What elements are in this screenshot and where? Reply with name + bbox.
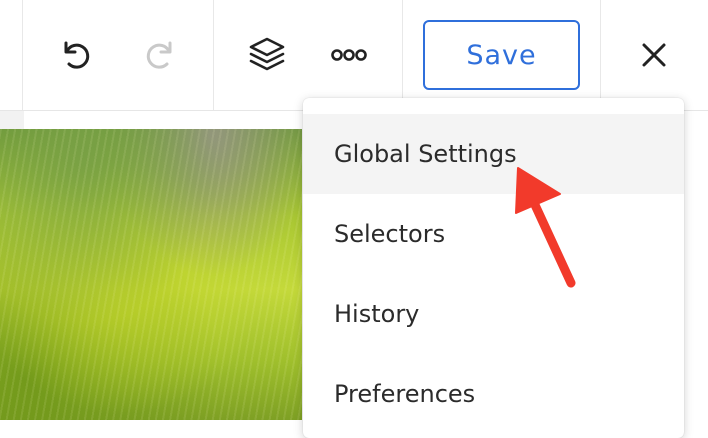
close-icon [642,43,666,67]
toolbar-divider [402,0,403,110]
redo-button[interactable] [136,31,184,79]
menu-item-label: Preferences [334,380,476,408]
menu-item-history[interactable]: History [303,274,684,354]
layers-icon [249,37,285,71]
toolbar-divider [22,0,23,110]
menu-item-label: Global Settings [334,140,517,168]
editor-toolbar: Save [0,0,708,111]
menu-item-preferences[interactable]: Preferences [303,354,684,434]
undo-button[interactable] [52,31,100,79]
canvas-margin [0,111,24,129]
toolbar-divider [213,0,214,110]
menu-item-label: Selectors [334,220,446,248]
menu-item-global-settings[interactable]: Global Settings [303,114,684,194]
save-button[interactable]: Save [423,20,580,90]
more-options-menu: Global Settings Selectors History Prefer… [303,98,684,438]
more-icon [331,49,367,61]
toolbar-divider [600,0,601,110]
redo-icon [146,41,172,69]
undo-icon [64,41,90,69]
menu-item-label: History [334,300,420,328]
close-button[interactable] [630,31,678,79]
more-options-button[interactable] [325,31,373,79]
layers-button[interactable] [243,31,291,79]
menu-item-selectors[interactable]: Selectors [303,194,684,274]
grass-background-image [0,129,302,420]
